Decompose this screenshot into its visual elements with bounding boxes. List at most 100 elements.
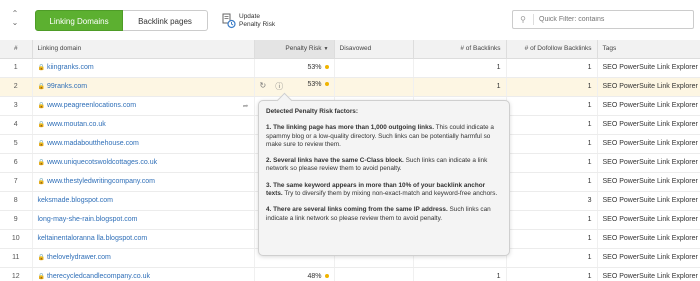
linking-domain-cell: 🔒 thelovelydrawer.com (32, 248, 255, 268)
quick-filter: ⚲ (512, 10, 694, 29)
linking-domain-link[interactable]: keksmade.blogspot.com (38, 197, 113, 204)
info-icon[interactable]: ⓘ (275, 81, 283, 92)
lock-icon: 🔒 (37, 160, 45, 166)
table-row[interactable]: 12 🔒 therecycledcandlecompany.co.uk 48% 1 1 SE… (0, 267, 700, 281)
penalty-risk-cell: ↻ ⓘ 53% (254, 77, 335, 97)
dofollow-cell: 1 (506, 134, 598, 154)
filter-divider (533, 14, 534, 25)
lock-icon: 🔒 (37, 65, 45, 71)
lock-icon: 🔒 (37, 274, 45, 280)
lock-icon: 🔒 (37, 102, 45, 109)
tags-cell: SEO PowerSuite Link Explorer (597, 248, 700, 268)
table-header: # Linking domain Penalty Risk ▼ Disavowed… (0, 40, 700, 59)
share-arrow-icon[interactable]: ➦ (243, 102, 249, 110)
dofollow-cell: 1 (506, 115, 598, 135)
col-header-penalty-risk[interactable]: Penalty Risk ▼ (254, 40, 335, 59)
tags-cell: SEO PowerSuite Link Explorer (597, 58, 700, 78)
tooltip-factor: 1. The linking page has more than 1,000 … (266, 124, 502, 149)
row-index: 2 (0, 77, 33, 97)
linking-domain-cell: keksmade.blogspot.com (32, 191, 255, 211)
backlinks-cell: 1 (413, 58, 507, 78)
col-header-linking-domain[interactable]: Linking domain (32, 40, 255, 59)
linking-domain-link[interactable]: www.madaboutthehouse.com (47, 140, 139, 147)
penalty-risk-tooltip: Detected Penalty Risk factors: 1. The li… (258, 100, 510, 256)
row-index: 1 (0, 58, 33, 78)
backlinks-cell: 1 (413, 77, 507, 97)
tab-linking-domains[interactable]: Linking Domains (35, 10, 123, 31)
linking-domain-link[interactable]: therecycledcandlecompany.co.uk (47, 273, 150, 280)
linking-domain-cell: keltainentaloranna lla.blogspot.com (32, 229, 255, 249)
col-header-index[interactable]: # (0, 40, 33, 59)
dofollow-cell: 1 (506, 267, 598, 281)
tags-cell: SEO PowerSuite Link Explorer (597, 267, 700, 281)
penalty-risk-value: 48% (307, 273, 322, 280)
lock-icon: 🔒 (37, 84, 45, 90)
linking-domain-link[interactable]: long-may-she-rain.blogspot.com (38, 216, 138, 223)
row-index: 8 (0, 191, 33, 211)
lock-icon: 🔒 (37, 255, 45, 261)
linking-domain-cell: 🔒 www.moutan.co.uk (32, 115, 255, 135)
tags-cell: SEO PowerSuite Link Explorer (597, 115, 700, 135)
dofollow-cell: 1 (506, 153, 598, 173)
penalty-risk-label: Penalty Risk (285, 45, 322, 53)
tooltip-factor-heading: 4. There are several links coming from t… (266, 206, 448, 214)
linking-domain-link[interactable]: www.peagreenlocations.com (47, 102, 136, 109)
tooltip-factor-heading: 2. Several links have the same C-Class b… (266, 157, 404, 165)
linking-domain-cell: 🔒 www.uniquecotswoldcottages.co.uk (32, 153, 255, 173)
tab-backlink-pages[interactable]: Backlink pages (123, 10, 208, 31)
linking-domain-link[interactable]: 99ranks.com (47, 83, 87, 90)
disavowed-cell (334, 77, 414, 97)
linking-domain-link[interactable]: www.thestyledwritingcompany.com (47, 178, 155, 185)
linking-domain-link[interactable]: kiingranks.com (47, 64, 94, 71)
row-index: 11 (0, 248, 33, 268)
refresh-icon[interactable]: ↻ (260, 81, 267, 90)
tags-cell: SEO PowerSuite Link Explorer (597, 172, 700, 192)
view-tabs: Linking Domains Backlink pages (35, 10, 208, 31)
linking-domain-cell: 🔒 www.thestyledwritingcompany.com (32, 172, 255, 192)
col-header-tags[interactable]: Tags (597, 40, 700, 59)
tags-cell: SEO PowerSuite Link Explorer (597, 96, 700, 116)
lock-icon: 🔒 (37, 122, 45, 128)
linking-domain-link[interactable]: www.uniquecotswoldcottages.co.uk (47, 159, 157, 166)
row-index: 3 (0, 96, 33, 116)
quick-filter-input[interactable] (539, 16, 689, 23)
update-penalty-risk-button[interactable]: Update Penalty Risk (222, 11, 275, 31)
linking-domain-cell: 🔒 99ranks.com (32, 77, 255, 97)
dofollow-cell: 3 (506, 191, 598, 211)
linking-domain-link[interactable]: www.moutan.co.uk (47, 121, 106, 128)
row-index: 6 (0, 153, 33, 173)
row-index: 10 (0, 229, 33, 249)
update-label-line1: Update (239, 13, 260, 20)
linking-domain-cell: 🔒 www.madaboutthehouse.com (32, 134, 255, 154)
tooltip-factor: 3. The same keyword appears in more than… (266, 182, 502, 199)
lock-icon: 🔒 (37, 179, 45, 185)
table-row[interactable]: 2 🔒 99ranks.com ↻ ⓘ 53% 1 1 SEO PowerSuite Link … (0, 77, 700, 97)
linking-domain-link[interactable]: thelovelydrawer.com (47, 254, 111, 261)
tags-cell: SEO PowerSuite Link Explorer (597, 229, 700, 249)
col-header-disavowed[interactable]: Disavowed (334, 40, 414, 59)
linking-domain-cell: 🔒 kiingranks.com (32, 58, 255, 78)
update-label-line2: Penalty Risk (239, 21, 276, 28)
sort-desc-icon: ▼ (323, 46, 329, 53)
chevron-up-down-icon[interactable]: ⌃ ⌄ (8, 9, 22, 31)
col-header-dofollow[interactable]: # of Dofollow Backlinks (506, 40, 598, 59)
lock-icon: 🔒 (37, 141, 45, 147)
col-header-backlinks[interactable]: # of Backlinks (413, 40, 507, 59)
table-row[interactable]: 1 🔒 kiingranks.com 53% 1 1 SEO PowerSuite Link… (0, 58, 700, 78)
dofollow-cell: 1 (506, 229, 598, 249)
tooltip-factor-heading: 1. The linking page has more than 1,000 … (266, 124, 434, 132)
penalty-risk-cell: 53% (254, 58, 335, 78)
dofollow-cell: 1 (506, 96, 598, 116)
tags-cell: SEO PowerSuite Link Explorer (597, 77, 700, 97)
linking-domain-link[interactable]: keltainentaloranna lla.blogspot.com (38, 235, 148, 242)
dofollow-cell: 1 (506, 248, 598, 268)
tooltip-title: Detected Penalty Risk factors: (266, 108, 358, 115)
penalty-risk-value: 53% (307, 64, 322, 71)
backlinks-cell: 1 (413, 267, 507, 281)
row-index: 7 (0, 172, 33, 192)
risk-dot-icon (324, 274, 329, 279)
risk-dot-icon (324, 82, 329, 87)
row-index: 9 (0, 210, 33, 230)
disavowed-cell (334, 58, 414, 78)
linking-domain-cell: 🔒 www.peagreenlocations.com ➦ (32, 96, 255, 116)
